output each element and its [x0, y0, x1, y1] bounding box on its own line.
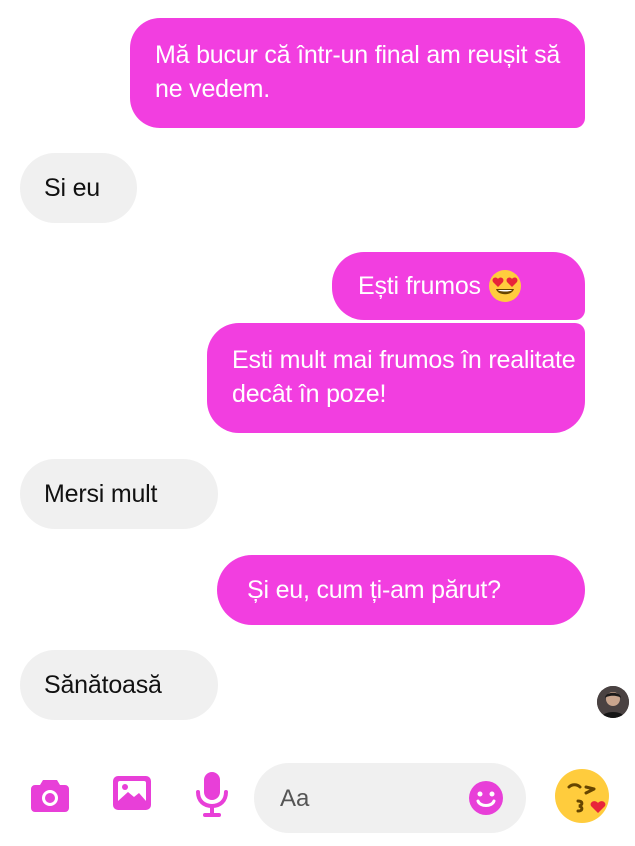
- message-text: Mersi mult: [44, 480, 158, 508]
- smiley-icon: [469, 781, 503, 815]
- outgoing-message[interactable]: Ești frumos: [332, 252, 585, 320]
- message-text: Si eu: [44, 174, 100, 202]
- heart-eyes-emoji-icon: [488, 270, 521, 302]
- gallery-button[interactable]: [108, 768, 158, 818]
- microphone-icon: [196, 772, 228, 817]
- emoji-picker-button[interactable]: [466, 778, 506, 818]
- outgoing-message[interactable]: Esti mult mai frumos în realitate decât …: [207, 323, 585, 433]
- camera-icon: [31, 780, 69, 812]
- message-text: Esti mult mai frumos în realitate decât …: [232, 346, 576, 408]
- incoming-message[interactable]: Mersi mult: [20, 459, 218, 529]
- message-text: Ești frumos: [358, 272, 481, 300]
- message-text: Sănătoasă: [44, 671, 162, 699]
- image-icon: [113, 776, 151, 810]
- seen-avatar: [597, 686, 629, 718]
- kissing-heart-emoji-icon: [555, 769, 609, 823]
- message-text: Mă bucur că într-un final am reușit să n…: [155, 41, 561, 103]
- user-avatar-icon: [597, 686, 629, 718]
- voice-message-button[interactable]: [190, 768, 234, 820]
- quick-reaction-button[interactable]: [552, 765, 614, 827]
- camera-button[interactable]: [28, 773, 72, 817]
- incoming-message[interactable]: Sănătoasă: [20, 650, 218, 720]
- outgoing-message[interactable]: Și eu, cum ți-am părut?: [217, 555, 585, 625]
- message-text: Și eu, cum ți-am părut?: [247, 576, 501, 604]
- message-composer: [254, 763, 526, 833]
- incoming-message[interactable]: Si eu: [20, 153, 137, 223]
- outgoing-message[interactable]: Mă bucur că într-un final am reușit să n…: [130, 18, 585, 128]
- message-input[interactable]: [278, 779, 462, 819]
